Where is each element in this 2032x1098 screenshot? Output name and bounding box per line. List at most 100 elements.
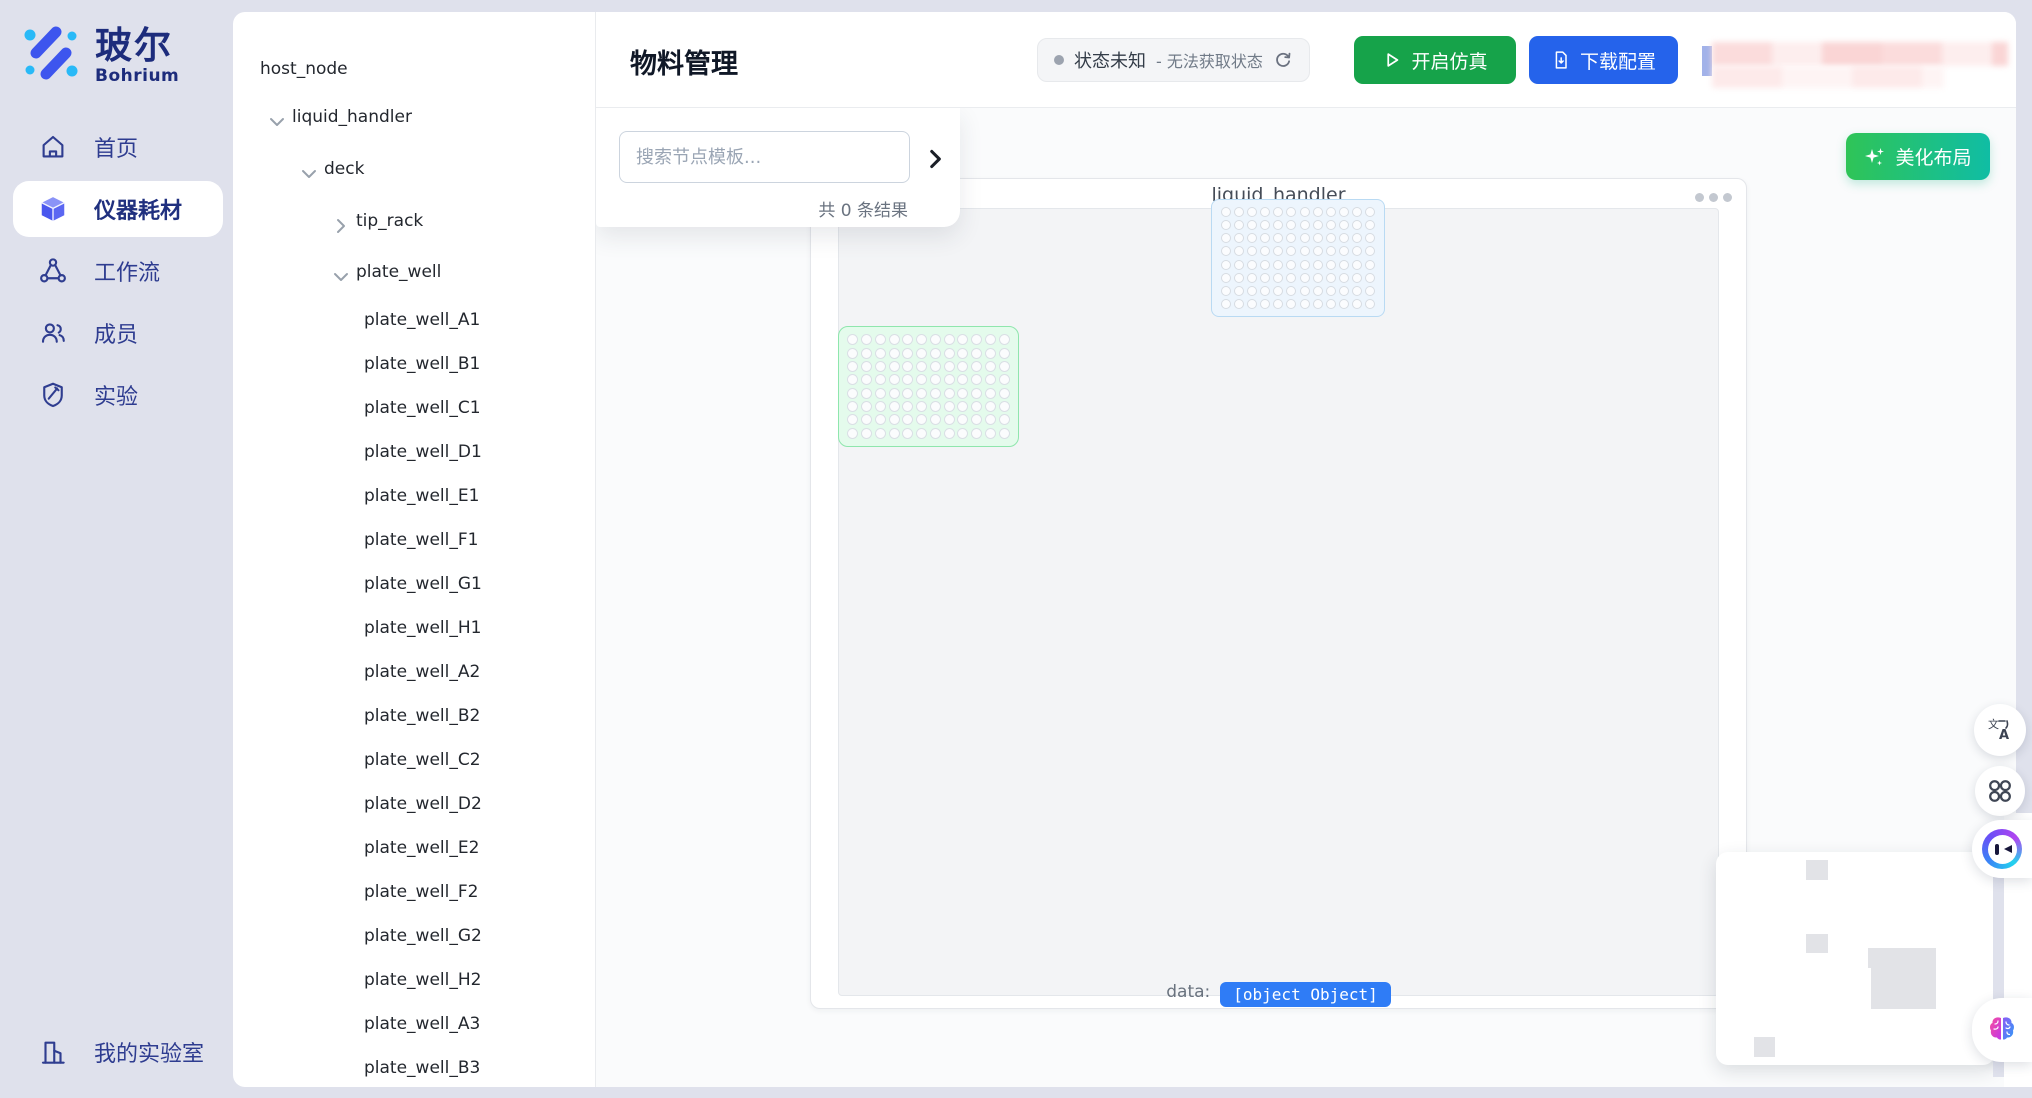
minimap-node — [1806, 934, 1828, 953]
well — [861, 388, 872, 399]
well — [1326, 207, 1336, 217]
minimap[interactable] — [1716, 852, 1995, 1065]
well — [1313, 299, 1323, 309]
tree-item-plate_well_D1[interactable]: plate_well_D1 — [233, 430, 595, 474]
tree-item-tip_rack[interactable]: tip_rack — [233, 199, 595, 243]
translate-button[interactable]: 文 A — [1974, 704, 2026, 756]
well — [916, 401, 927, 412]
sidebar-item-my-lab[interactable]: 我的实验室 — [13, 1024, 223, 1080]
well — [1247, 220, 1257, 230]
chevron-down-icon[interactable] — [330, 261, 352, 283]
brain-assistant-button[interactable] — [1972, 998, 2032, 1062]
sidebar-item-members[interactable]: 成员 — [13, 305, 223, 361]
well — [930, 428, 941, 439]
well — [1273, 260, 1283, 270]
well — [1300, 207, 1310, 217]
tree-item-label: host_node — [260, 59, 348, 79]
search-input[interactable] — [619, 131, 910, 183]
chevron-down-icon[interactable] — [298, 158, 320, 180]
refresh-icon[interactable] — [1273, 50, 1293, 70]
well — [999, 348, 1010, 359]
tree-item-plate_well_C1[interactable]: plate_well_C1 — [233, 386, 595, 430]
chevron-down-icon[interactable] — [266, 106, 288, 128]
well — [944, 361, 955, 372]
chevron-right-icon[interactable] — [330, 210, 352, 232]
well — [1352, 220, 1362, 230]
tree-item-liquid_handler[interactable]: liquid_handler — [233, 95, 595, 139]
well — [1339, 246, 1349, 256]
plate-well-plate[interactable] — [838, 326, 1019, 447]
well — [971, 401, 982, 412]
tree-item-plate_well_F2[interactable]: plate_well_F2 — [233, 870, 595, 914]
tree-item-plate_well_E2[interactable]: plate_well_E2 — [233, 826, 595, 870]
sparkles-icon — [1864, 146, 1886, 168]
well — [1365, 246, 1375, 256]
tree-item-plate_well_E1[interactable]: plate_well_E1 — [233, 474, 595, 518]
sidebar-item-workflow[interactable]: 工作流 — [13, 243, 223, 299]
tree-item-deck[interactable]: deck — [233, 147, 595, 191]
well — [1260, 260, 1270, 270]
start-simulation-button[interactable]: 开启仿真 — [1354, 36, 1516, 84]
well — [957, 348, 968, 359]
well — [902, 414, 913, 425]
tree-item-host_node[interactable]: host_node — [233, 47, 595, 91]
layout-canvas[interactable]: liquid_handler data: [object Object] 美化布… — [596, 108, 2016, 1087]
ai-assistant-button[interactable] — [1972, 820, 2032, 878]
well — [1352, 207, 1362, 217]
well — [1365, 233, 1375, 243]
brand-logo[interactable]: 玻尔 Bohrium — [23, 26, 179, 86]
well — [971, 388, 982, 399]
beautify-layout-button[interactable]: 美化布局 — [1846, 133, 1990, 180]
well — [999, 428, 1010, 439]
tree-item-plate_well_D2[interactable]: plate_well_D2 — [233, 782, 595, 826]
tree-item-label: plate_well_C1 — [364, 398, 481, 418]
tree-item-label: plate_well_G2 — [364, 926, 482, 946]
well — [930, 388, 941, 399]
tree-item-plate_well_C2[interactable]: plate_well_C2 — [233, 738, 595, 782]
well — [1286, 246, 1296, 256]
well — [944, 401, 955, 412]
tree-item-plate_well_B2[interactable]: plate_well_B2 — [233, 694, 595, 738]
tip-rack-plate[interactable] — [1211, 199, 1385, 317]
tree-item-plate_well_B3[interactable]: plate_well_B3 — [233, 1046, 595, 1087]
tree-item-plate_well_A2[interactable]: plate_well_A2 — [233, 650, 595, 694]
tree-item-plate_well_G2[interactable]: plate_well_G2 — [233, 914, 595, 958]
well — [889, 361, 900, 372]
well — [971, 428, 982, 439]
tree-item-plate_well_A1[interactable]: plate_well_A1 — [233, 298, 595, 342]
well — [1339, 260, 1349, 270]
tree-item-plate_well_F1[interactable]: plate_well_F1 — [233, 518, 595, 562]
status-dot-icon — [1054, 55, 1064, 65]
tree-item-plate_well_H1[interactable]: plate_well_H1 — [233, 606, 595, 650]
well — [1273, 207, 1283, 217]
sidebar-item-home[interactable]: 首页 — [13, 119, 223, 175]
well — [1260, 246, 1270, 256]
well — [999, 361, 1010, 372]
well — [861, 428, 872, 439]
tree-item-plate_well[interactable]: plate_well — [233, 250, 595, 294]
download-config-button[interactable]: 下载配置 — [1529, 36, 1678, 84]
well — [1352, 260, 1362, 270]
search-panel: 共 0 条结果 — [596, 108, 960, 227]
well — [875, 401, 886, 412]
well — [985, 414, 996, 425]
sidebar-item-experiments[interactable]: 实验 — [13, 367, 223, 423]
well — [1247, 207, 1257, 217]
sidebar-item-instruments[interactable]: 仪器耗材 — [13, 181, 223, 237]
tree-item-label: liquid_handler — [292, 107, 412, 127]
tree-item-plate_well_H2[interactable]: plate_well_H2 — [233, 958, 595, 1002]
well — [1221, 299, 1231, 309]
tree-item-label: plate_well_D2 — [364, 794, 482, 814]
redacted-chip — [1702, 46, 1712, 76]
tree-item-plate_well_G1[interactable]: plate_well_G1 — [233, 562, 595, 606]
tree-item-plate_well_B1[interactable]: plate_well_B1 — [233, 342, 595, 386]
apps-button[interactable] — [1975, 766, 2025, 816]
well — [1221, 207, 1231, 217]
well — [889, 401, 900, 412]
tree-item-plate_well_A3[interactable]: plate_well_A3 — [233, 1002, 595, 1046]
tree-item-label: plate_well_D1 — [364, 442, 482, 462]
ellipsis-icon[interactable] — [1695, 193, 1732, 202]
well — [1326, 299, 1336, 309]
chevron-right-icon[interactable] — [922, 146, 948, 172]
well — [1365, 260, 1375, 270]
